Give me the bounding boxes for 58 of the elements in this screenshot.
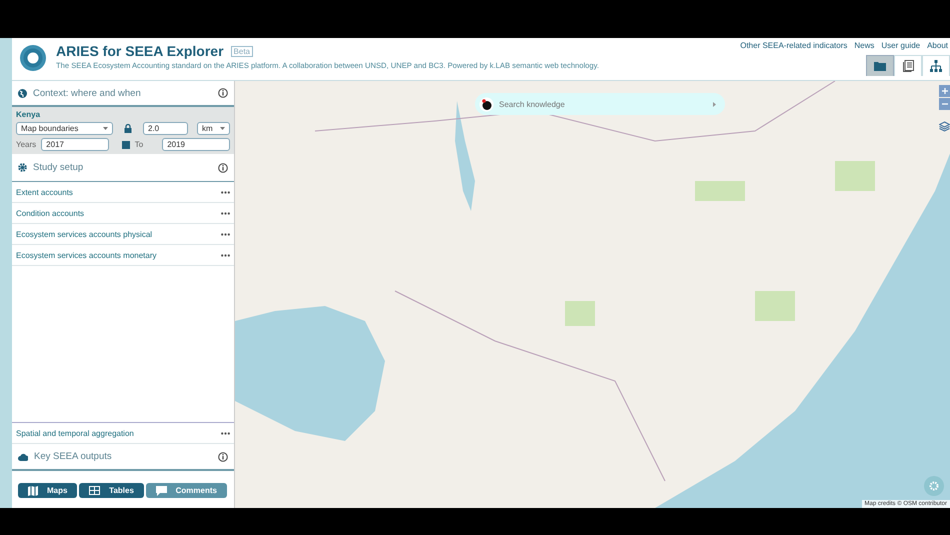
gear-icon: [18, 163, 27, 172]
logo-icon: [18, 43, 48, 73]
nav-link[interactable]: News: [854, 41, 874, 50]
caret-icon: [103, 127, 108, 130]
zoom-in-button[interactable]: [939, 85, 950, 97]
account-item[interactable]: Ecosystem services accounts physical: [12, 224, 234, 245]
hierarchy-icon: [930, 60, 942, 72]
globe-icon: [18, 88, 27, 98]
logo-icon: [479, 96, 494, 112]
more-icon[interactable]: [221, 190, 230, 194]
document-icon: [902, 60, 914, 72]
caret-icon: [713, 102, 716, 107]
info-icon[interactable]: [218, 88, 228, 98]
aggregation-item[interactable]: Spatial and temporal aggregation: [12, 422, 234, 444]
more-icon[interactable]: [221, 232, 230, 236]
section-title: Key SEEA outputs: [34, 451, 113, 462]
account-item[interactable]: Extent accounts: [12, 182, 234, 203]
info-icon[interactable]: [218, 162, 228, 172]
resolution-field[interactable]: 2.0: [143, 122, 188, 135]
view-tab[interactable]: [922, 55, 950, 76]
app-title: ARIES for SEEA Explorer: [56, 43, 224, 59]
section-title: Context: where and when: [33, 88, 142, 98]
nav-link[interactable]: Other SEEA-related indicators: [740, 41, 848, 50]
settings-icon: [929, 481, 939, 491]
boundary-dropdown[interactable]: Map boundaries: [16, 122, 113, 135]
cloud-icon: [18, 452, 28, 460]
more-icon[interactable]: [221, 254, 230, 256]
start-year-field[interactable]: 2017: [41, 138, 109, 151]
lock-icon: [124, 124, 132, 133]
folder-icon: [874, 61, 886, 71]
section-title: Study setup: [33, 162, 84, 173]
more-icon[interactable]: [221, 432, 230, 434]
map-icon: [28, 486, 38, 496]
zoom-out-button[interactable]: [939, 98, 950, 110]
checkbox[interactable]: [122, 140, 130, 148]
table-icon: [89, 486, 100, 495]
nav-link[interactable]: User guide: [881, 41, 920, 50]
to-label: To: [134, 140, 144, 149]
end-year-field[interactable]: 2019: [162, 138, 230, 151]
region-name: Kenya: [16, 110, 42, 119]
plus-icon: [942, 88, 948, 94]
account-item[interactable]: Ecosystem services accounts monetary: [12, 245, 234, 266]
account-item[interactable]: Condition accounts: [12, 203, 234, 224]
search-field[interactable]: Search knowledge: [475, 93, 725, 115]
layers-icon[interactable]: [939, 121, 950, 132]
view-tab[interactable]: [894, 55, 922, 76]
minus-icon: [942, 103, 948, 105]
comment-icon: [156, 486, 167, 496]
info-icon[interactable]: [218, 452, 228, 462]
unit-dropdown[interactable]: km: [197, 122, 230, 135]
beta-badge: Beta: [230, 46, 253, 56]
caret-icon: [220, 127, 225, 130]
view-tab[interactable]: [866, 55, 894, 76]
nav-link[interactable]: About: [927, 41, 948, 50]
map-button[interactable]: Maps: [18, 483, 78, 498]
years-label: Years: [16, 140, 36, 149]
table-button[interactable]: Tables: [79, 483, 144, 498]
more-icon[interactable]: [221, 212, 230, 214]
